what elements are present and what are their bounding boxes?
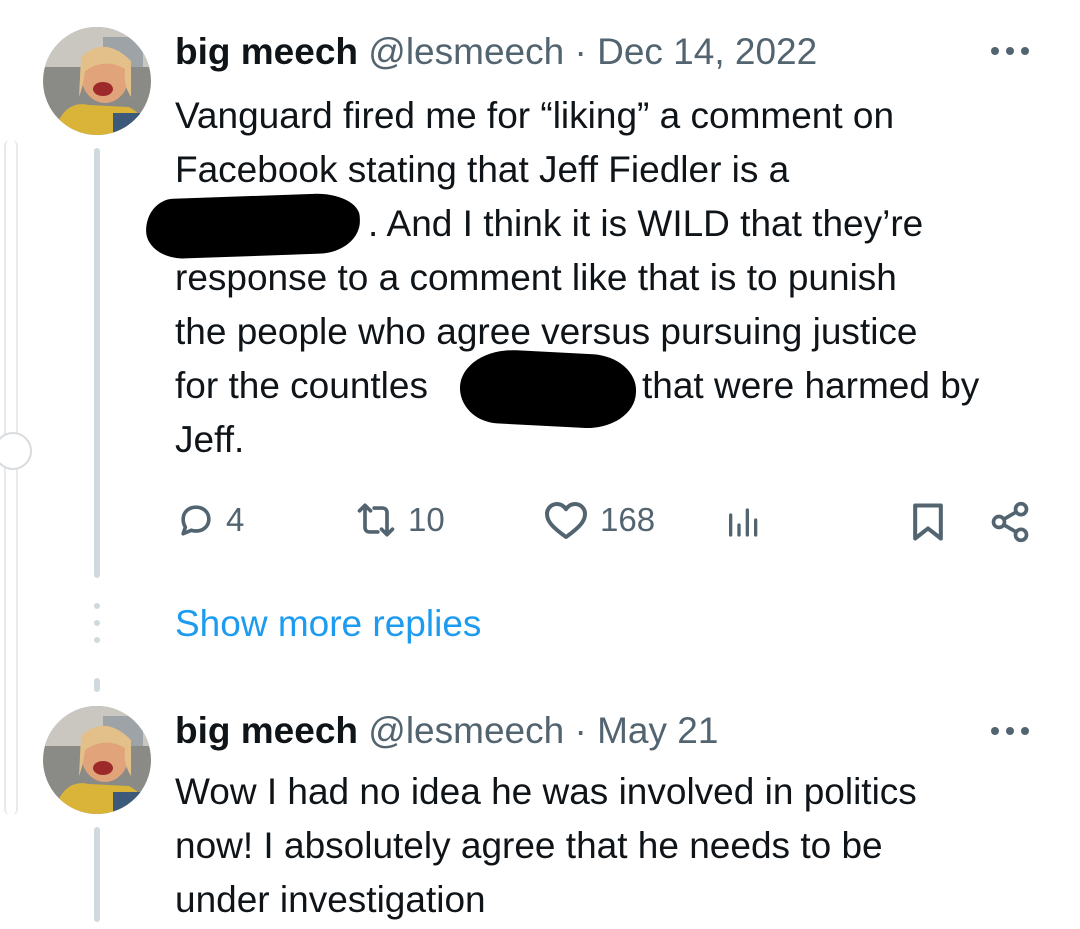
more-options-button[interactable] — [988, 720, 1032, 747]
thread-line — [94, 827, 100, 922]
scrollbar-thumb[interactable] — [0, 432, 32, 470]
retweet-icon — [357, 503, 395, 537]
thread-dot — [94, 637, 100, 643]
share-icon — [991, 501, 1029, 543]
tweet-text: Wow I had no idea he was involved in pol… — [175, 765, 917, 927]
redaction-mark — [145, 192, 361, 260]
share-button[interactable] — [988, 500, 1032, 544]
separator: · — [574, 710, 587, 751]
display-name[interactable]: big meech — [175, 710, 358, 751]
reply-icon — [181, 505, 211, 536]
tweet-text-fragment: that were harmed by — [642, 365, 980, 406]
thread-line — [94, 148, 100, 578]
tweet-text-line: response to a comment like that is to pu… — [175, 257, 897, 298]
reply-count: 4 — [226, 501, 245, 538]
handle[interactable]: @lesmeech — [368, 710, 564, 751]
tweet-text-fragment: for the countles — [175, 365, 428, 406]
analytics-button[interactable] — [724, 500, 764, 540]
tweet-header: big meech @lesmeech · May 21 — [175, 709, 718, 753]
handle[interactable]: @lesmeech — [368, 31, 564, 72]
show-more-replies-link[interactable]: Show more replies — [175, 600, 481, 648]
like-icon — [545, 502, 587, 539]
analytics-icon — [729, 508, 758, 537]
tweet-text-line: under investigation — [175, 879, 486, 920]
reply-button[interactable]: 4 — [174, 498, 244, 542]
avatar[interactable] — [43, 27, 151, 135]
tweet-text-line: Wow I had no idea he was involved in pol… — [175, 771, 917, 812]
display-name[interactable]: big meech — [175, 31, 358, 72]
tweet-text-line: Facebook stating that Jeff Fiedler is a — [175, 149, 790, 190]
like-button[interactable]: 168 — [542, 498, 655, 542]
retweet-count: 10 — [408, 501, 445, 538]
tweet-text-line: the people who agree versus pursuing jus… — [175, 311, 918, 352]
avatar[interactable] — [43, 706, 151, 814]
tweet-header: big meech @lesmeech · Dec 14, 2022 — [175, 30, 817, 74]
avatar-image — [43, 27, 151, 135]
thread-dot — [94, 603, 100, 609]
avatar-image — [43, 706, 151, 814]
thread-line — [94, 678, 100, 692]
like-count: 168 — [600, 501, 656, 538]
more-horizontal-icon — [991, 727, 1029, 735]
timestamp[interactable]: Dec 14, 2022 — [597, 31, 817, 72]
tweet-text-line: Vanguard fired me for “liking” a comment… — [175, 95, 895, 136]
more-horizontal-icon — [991, 47, 1029, 55]
more-options-button[interactable] — [988, 40, 1032, 67]
separator: · — [574, 31, 587, 72]
scrollbar-track[interactable] — [4, 140, 18, 815]
tweet-text-line: now! I absolutely agree that he needs to… — [175, 825, 883, 866]
bookmark-icon — [913, 503, 943, 541]
thread-dot — [94, 620, 100, 626]
redaction-mark — [458, 347, 638, 431]
retweet-button[interactable]: 10 — [352, 498, 445, 542]
timestamp[interactable]: May 21 — [597, 710, 718, 751]
bookmark-button[interactable] — [908, 500, 948, 544]
